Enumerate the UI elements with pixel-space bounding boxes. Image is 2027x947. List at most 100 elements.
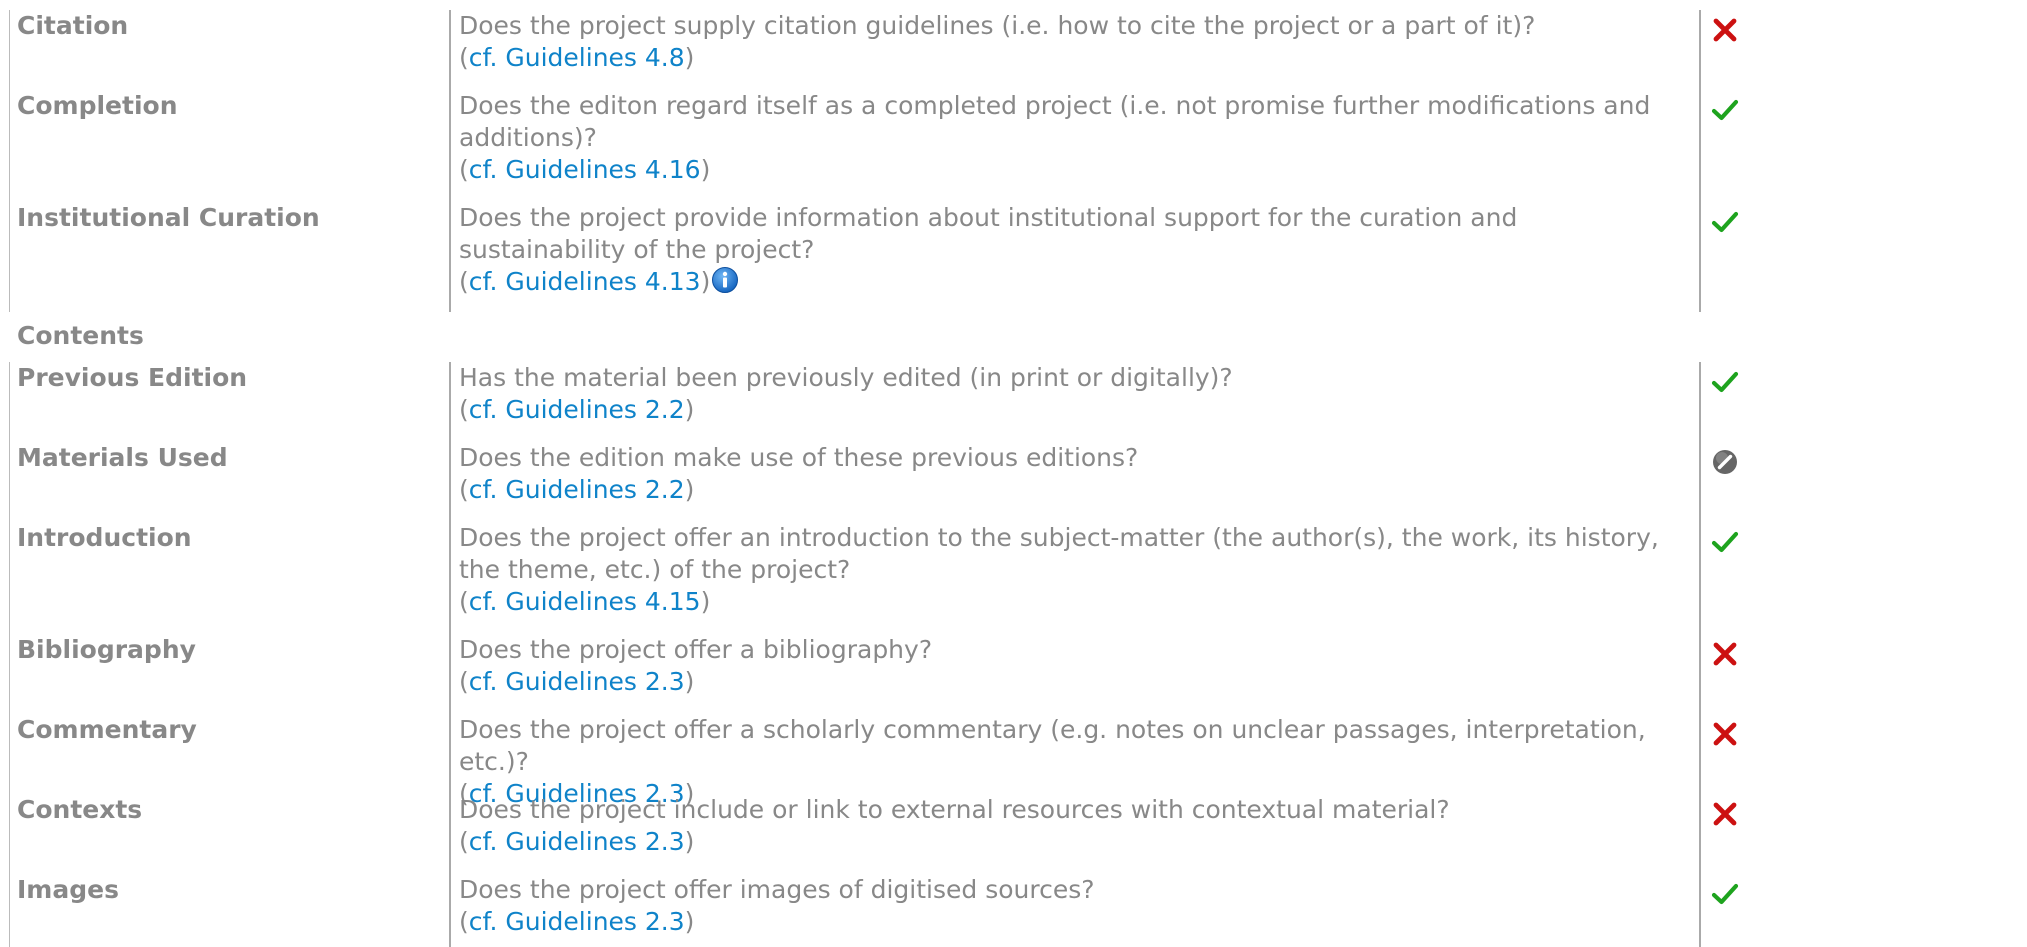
- criterion-label: Contexts: [17, 795, 143, 824]
- column-divider: [449, 10, 451, 90]
- criterion-question: Does the project offer a bibliography? (…: [459, 634, 1684, 698]
- info-icon[interactable]: [711, 266, 739, 294]
- not-applicable-icon: [1713, 450, 1737, 474]
- guideline-reference: (cf. Guidelines 2.2): [459, 395, 695, 424]
- criteria-row-bibliography: Bibliography Does the project offer a bi…: [0, 634, 2027, 714]
- row-left-border: [9, 794, 10, 874]
- criteria-row-contexts: Contexts Does the project include or lin…: [0, 794, 2027, 874]
- row-left-border: [9, 362, 10, 442]
- criterion-label: Commentary: [17, 715, 197, 744]
- criteria-row-previous-edition: Previous Edition Has the material been p…: [0, 362, 2027, 442]
- section-heading-contents: Contents: [17, 321, 144, 350]
- column-divider: [449, 522, 451, 634]
- criterion-label: Institutional Curation: [17, 203, 320, 232]
- criterion-label: Materials Used: [17, 443, 228, 472]
- column-divider: [449, 202, 451, 312]
- column-divider: [1699, 442, 1701, 522]
- criterion-label: Images: [17, 875, 119, 904]
- criteria-row-materials-used: Materials Used Does the edition make use…: [0, 442, 2027, 522]
- column-divider: [449, 90, 451, 202]
- guideline-link[interactable]: cf. Guidelines 4.15: [469, 587, 701, 616]
- criteria-row-images: Images Does the project offer images of …: [0, 874, 2027, 947]
- question-text: Does the project provide information abo…: [459, 203, 1518, 264]
- criterion-question: Does the project offer images of digitis…: [459, 874, 1684, 938]
- guideline-link[interactable]: cf. Guidelines 4.13: [469, 267, 701, 296]
- question-text: Does the project include or link to exte…: [459, 795, 1450, 824]
- row-left-border: [9, 10, 10, 90]
- question-text: Does the project supply citation guideli…: [459, 11, 1536, 40]
- column-divider: [1699, 874, 1701, 947]
- criteria-row-completion: Completion Does the editon regard itself…: [0, 90, 2027, 202]
- column-divider: [1699, 794, 1701, 874]
- question-text: Does the project offer images of digitis…: [459, 875, 1095, 904]
- check-icon: [1711, 211, 1739, 233]
- criteria-row-commentary: Commentary Does the project offer a scho…: [0, 714, 2027, 808]
- question-text: Does the project offer a scholarly comme…: [459, 715, 1646, 776]
- guideline-link[interactable]: cf. Guidelines 2.2: [469, 475, 685, 504]
- column-divider: [449, 794, 451, 874]
- guideline-reference: (cf. Guidelines 2.2): [459, 475, 695, 504]
- column-divider: [449, 362, 451, 442]
- criteria-row-institutional-curation: Institutional Curation Does the project …: [0, 202, 2027, 312]
- column-divider: [1699, 202, 1701, 312]
- criterion-label: Introduction: [17, 523, 192, 552]
- check-icon: [1711, 531, 1739, 553]
- guideline-reference: (cf. Guidelines 4.8): [459, 43, 695, 72]
- criterion-label: Citation: [17, 11, 129, 40]
- row-left-border: [9, 202, 10, 312]
- row-left-border: [9, 90, 10, 202]
- guideline-link[interactable]: cf. Guidelines 2.3: [469, 827, 685, 856]
- row-left-border: [9, 874, 10, 947]
- review-criteria-table: Citation Does the project supply citatio…: [0, 0, 2027, 947]
- guideline-link[interactable]: cf. Guidelines 4.16: [469, 155, 701, 184]
- column-divider: [1699, 362, 1701, 442]
- criterion-question: Does the editon regard itself as a compl…: [459, 90, 1684, 186]
- question-text: Does the editon regard itself as a compl…: [459, 91, 1651, 152]
- guideline-reference: (cf. Guidelines 4.13): [459, 266, 1684, 298]
- criterion-question: Does the edition make use of these previ…: [459, 442, 1684, 506]
- column-divider: [1699, 714, 1701, 794]
- question-text: Does the edition make use of these previ…: [459, 443, 1139, 472]
- guideline-reference: (cf. Guidelines 2.3): [459, 827, 695, 856]
- question-text: Does the project offer a bibliography?: [459, 635, 933, 664]
- cross-icon: [1713, 642, 1737, 666]
- column-divider: [449, 714, 451, 794]
- criterion-label: Previous Edition: [17, 363, 248, 392]
- check-icon: [1711, 883, 1739, 905]
- question-text: Does the project offer an introduction t…: [459, 523, 1659, 584]
- row-left-border: [9, 442, 10, 522]
- criterion-question: Has the material been previously edited …: [459, 362, 1684, 426]
- criterion-label: Bibliography: [17, 635, 196, 664]
- guideline-link[interactable]: cf. Guidelines 2.2: [469, 395, 685, 424]
- cross-icon: [1713, 802, 1737, 826]
- guideline-reference: (cf. Guidelines 2.3): [459, 667, 695, 696]
- criterion-question: Does the project offer an introduction t…: [459, 522, 1684, 618]
- column-divider: [449, 442, 451, 522]
- column-divider: [1699, 90, 1701, 202]
- guideline-link[interactable]: cf. Guidelines 2.3: [469, 667, 685, 696]
- row-left-border: [9, 714, 10, 794]
- criterion-question: Does the project include or link to exte…: [459, 794, 1684, 858]
- row-left-border: [9, 634, 10, 714]
- column-divider: [1699, 634, 1701, 714]
- guideline-link[interactable]: cf. Guidelines 2.3: [469, 907, 685, 936]
- criteria-row-citation: Citation Does the project supply citatio…: [0, 10, 2027, 90]
- question-text: Has the material been previously edited …: [459, 363, 1233, 392]
- guideline-reference: (cf. Guidelines 4.16): [459, 155, 711, 184]
- criterion-label: Completion: [17, 91, 178, 120]
- cross-icon: [1713, 722, 1737, 746]
- guideline-link[interactable]: cf. Guidelines 4.8: [469, 43, 685, 72]
- cross-icon: [1713, 18, 1737, 42]
- check-icon: [1711, 371, 1739, 393]
- criterion-question: Does the project provide information abo…: [459, 202, 1684, 298]
- column-divider: [1699, 522, 1701, 634]
- check-icon: [1711, 99, 1739, 121]
- row-left-border: [9, 522, 10, 634]
- guideline-reference: (cf. Guidelines 2.3): [459, 907, 695, 936]
- guideline-reference: (cf. Guidelines 4.15): [459, 587, 711, 616]
- column-divider: [449, 634, 451, 714]
- criterion-question: Does the project supply citation guideli…: [459, 10, 1684, 74]
- criteria-row-introduction: Introduction Does the project offer an i…: [0, 522, 2027, 634]
- column-divider: [1699, 10, 1701, 90]
- column-divider: [449, 874, 451, 947]
